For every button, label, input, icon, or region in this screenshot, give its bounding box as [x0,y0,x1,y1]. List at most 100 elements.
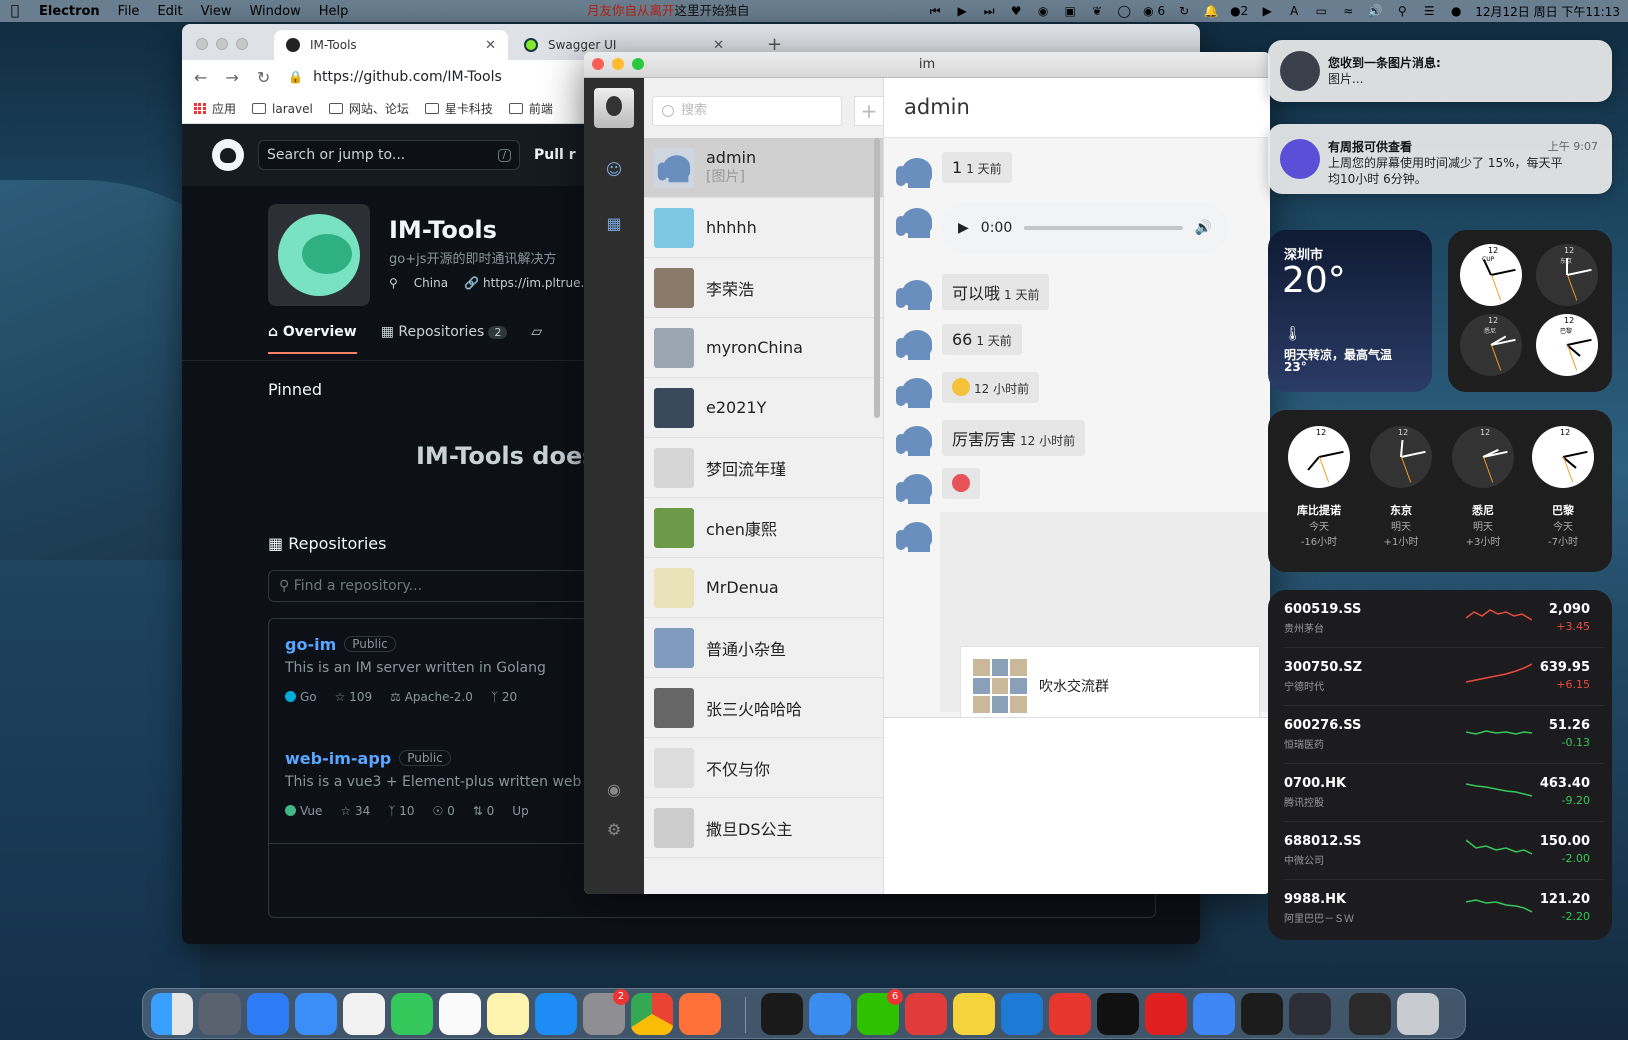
contact-item[interactable]: myronChina [644,318,883,378]
menu-app-name[interactable]: Electron [30,4,109,19]
repo-name-link[interactable]: go-im [285,635,336,654]
repo-issues[interactable]: ☉ 0 [433,804,455,818]
terminal-icon[interactable] [761,993,803,1035]
stocks-widget[interactable]: 600519.SS 贵州茅台 2,090 +3.45 300750.SZ 宁德时代 639… [1268,590,1612,940]
notification-image-message[interactable]: 您收到一条图片消息: 图片... [1268,40,1612,102]
stock-row[interactable]: 0700.HK 腾讯控股 463.40 -9.20 [1284,764,1604,822]
feedback-icon[interactable]: ◉ [604,780,624,800]
prev-track-icon[interactable]: ⏮ [927,4,943,18]
qq-music-icon[interactable]: ●2 [1230,4,1248,18]
wps-icon[interactable]: ▣ [1062,4,1078,18]
bookmark-xingka[interactable]: 星卡科技 [424,100,493,117]
org-link[interactable]: https://im.pltrue. [483,276,584,290]
repo-forks[interactable]: ᛉ 20 [491,690,517,704]
bookmark-sites[interactable]: 网站、论坛 [328,100,409,117]
packages-icon[interactable]: ▱ [531,324,542,354]
weather-widget[interactable]: 深圳市 20° 🌡 明天转凉，最高气温 23° [1268,230,1432,392]
menu-help[interactable]: Help [310,4,358,19]
bell-icon[interactable]: 🔔 [1203,4,1219,18]
list-scrollbar[interactable] [874,138,880,418]
notes-icon[interactable] [487,993,529,1035]
back-icon[interactable]: ← [194,68,207,87]
input-source-icon[interactable]: A [1286,4,1302,18]
contact-item[interactable]: chen康熙 [644,498,883,558]
wps-icon[interactable] [1049,993,1091,1035]
qq-music-icon[interactable] [953,993,995,1035]
audio-volume-icon[interactable]: 🔊 [1195,220,1212,236]
apps-icon[interactable]: ▦ [604,214,624,234]
mail-icon[interactable] [295,993,337,1035]
minimize-button[interactable] [612,58,624,70]
world-clock-widget[interactable]: 12 12 12 12 库比提诺 今天 -16小时 东京 明天 +1小时 悉尼 明天 +3小… [1268,410,1612,572]
next-track-icon[interactable]: ⏭ [981,4,997,18]
play-icon[interactable]: ▶ [954,4,970,18]
tab-im-tools[interactable]: IM-Tools ✕ [274,30,508,60]
heart-icon[interactable]: ♥ [1008,4,1024,18]
tab-overview[interactable]: ⌂ Overview [268,324,357,354]
bookmark-apps[interactable]: 应用 [194,100,236,117]
contact-item-admin[interactable]: admin [图片] [644,138,883,198]
repo-name-link[interactable]: web-im-app [285,749,391,768]
recent-window-icon[interactable] [1349,993,1391,1035]
vscode-icon[interactable] [1001,993,1043,1035]
goland-icon[interactable] [1241,993,1283,1035]
my-avatar[interactable] [594,88,634,128]
notification-screen-time[interactable]: 有周报可供查看 上午 9:07 上周您的屏幕使用时间减少了 15%，每天平 均1… [1268,124,1612,194]
wifi-icon[interactable]: ≈ [1340,4,1356,18]
stock-row[interactable]: 688012.SS 中微公司 150.00 -2.00 [1284,822,1604,880]
contact-item[interactable]: hhhhh [644,198,883,258]
sync-icon[interactable]: ↻ [1176,4,1192,18]
contact-item[interactable]: 撒旦DS公主 [644,798,883,858]
group-card[interactable]: 吹水交流群 [960,646,1260,717]
reload-icon[interactable]: ↻ [257,68,270,87]
github-search-input[interactable]: Search or jump to... / [258,140,520,170]
media-icon[interactable]: ▶ [1259,4,1275,18]
qq-icon[interactable] [1097,993,1139,1035]
contact-item[interactable]: 普通小杂鱼 [644,618,883,678]
contact-item[interactable]: MrDenua [644,558,883,618]
pull-requests-link[interactable]: Pull r [534,147,576,163]
close-tab-icon[interactable]: ✕ [713,38,724,53]
photos-icon[interactable] [343,993,385,1035]
close-tab-icon[interactable]: ✕ [485,38,496,53]
contact-item[interactable]: 梦回流年瑾 [644,438,883,498]
firefox-icon[interactable] [679,993,721,1035]
feishu-icon[interactable] [809,993,851,1035]
close-button[interactable] [592,58,604,70]
zoom-button[interactable] [236,38,248,50]
youdao-icon[interactable] [1145,993,1187,1035]
safari-icon[interactable] [247,993,289,1035]
contact-search-input[interactable]: 搜索 [652,96,842,126]
menubar-clock[interactable]: 12月12日 周日 下午11:13 [1475,3,1620,20]
repo-forks[interactable]: ᛉ 10 [388,804,414,818]
messages-icon[interactable] [391,993,433,1035]
audio-progress[interactable] [1024,226,1183,230]
clock-widget[interactable]: 12CUP 12东京 12悉尼 12巴黎 [1448,230,1612,392]
control-center-icon[interactable]: ☰ [1421,4,1437,18]
stock-row[interactable]: 9988.HK 阿里巴巴－ＳＷ 121.20 -2.20 [1284,880,1604,938]
apple-icon[interactable]:  [0,3,30,19]
wechat-menubar-icon[interactable]: ◉ 6 [1143,4,1165,18]
stock-row[interactable]: 600276.SS 恒瑞医药 51.26 -0.13 [1284,706,1604,764]
github-logo-icon[interactable] [212,139,244,171]
stock-row[interactable]: 300750.SZ 宁德时代 639.95 +6.15 [1284,648,1604,706]
tab-repositories[interactable]: ▦ Repositories 2 [381,324,508,354]
reminders-icon[interactable] [439,993,481,1035]
address-bar[interactable]: 🔒 https://github.com/IM-Tools [288,69,502,85]
contact-item[interactable]: 不仅与你 [644,738,883,798]
siri-icon[interactable]: ● [1448,4,1464,18]
close-button[interactable] [196,38,208,50]
sourcetree-icon[interactable] [1193,993,1235,1035]
globe-icon[interactable]: ◉ [1035,4,1051,18]
stock-row[interactable]: 600519.SS 贵州茅台 2,090 +3.45 [1284,590,1604,648]
wechat-icon[interactable]: 6 [857,989,903,1035]
electron-icon[interactable] [1289,993,1331,1035]
zoom-button[interactable] [632,58,644,70]
spotlight-icon[interactable]: ⚲ [1394,4,1410,18]
audio-player[interactable]: ▶ 0:00 🔊 [942,202,1228,254]
trash-icon[interactable] [1397,993,1439,1035]
contact-item[interactable]: 张三火哈哈哈 [644,678,883,738]
settings-gear-icon[interactable]: ⚙ [604,820,624,840]
forward-icon[interactable]: → [225,68,238,87]
volume-icon[interactable]: 🔊 [1367,4,1383,18]
